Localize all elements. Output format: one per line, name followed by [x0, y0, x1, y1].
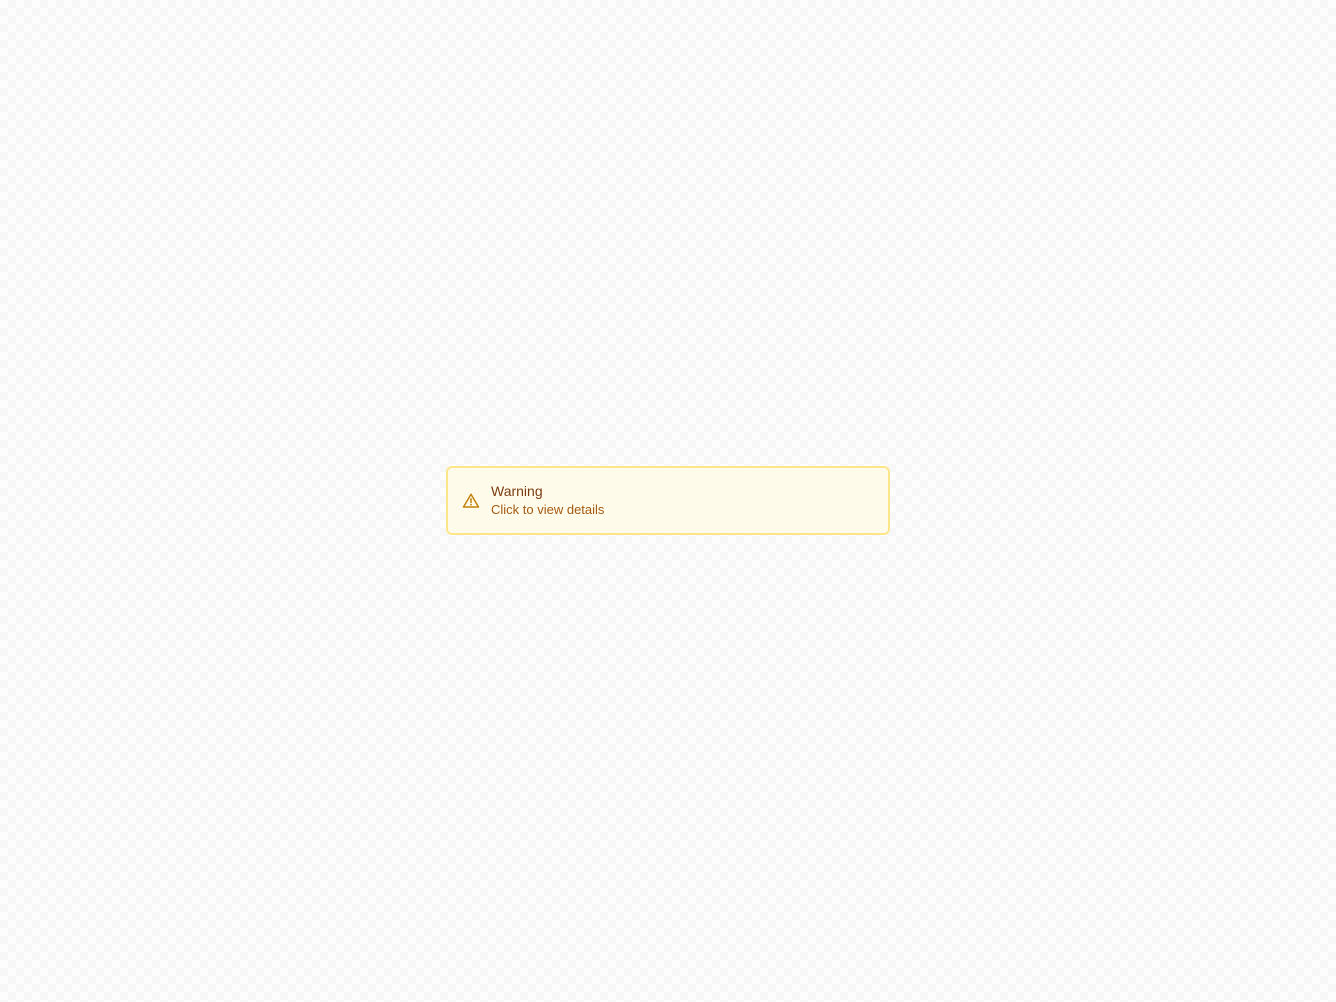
- alert-subtitle: Click to view details: [491, 501, 605, 517]
- alert-text: Warning Click to view details: [491, 483, 605, 517]
- warning-triangle-icon: [462, 492, 480, 510]
- alert-title: Warning: [491, 483, 543, 500]
- warning-alert[interactable]: Warning Click to view details: [446, 466, 890, 535]
